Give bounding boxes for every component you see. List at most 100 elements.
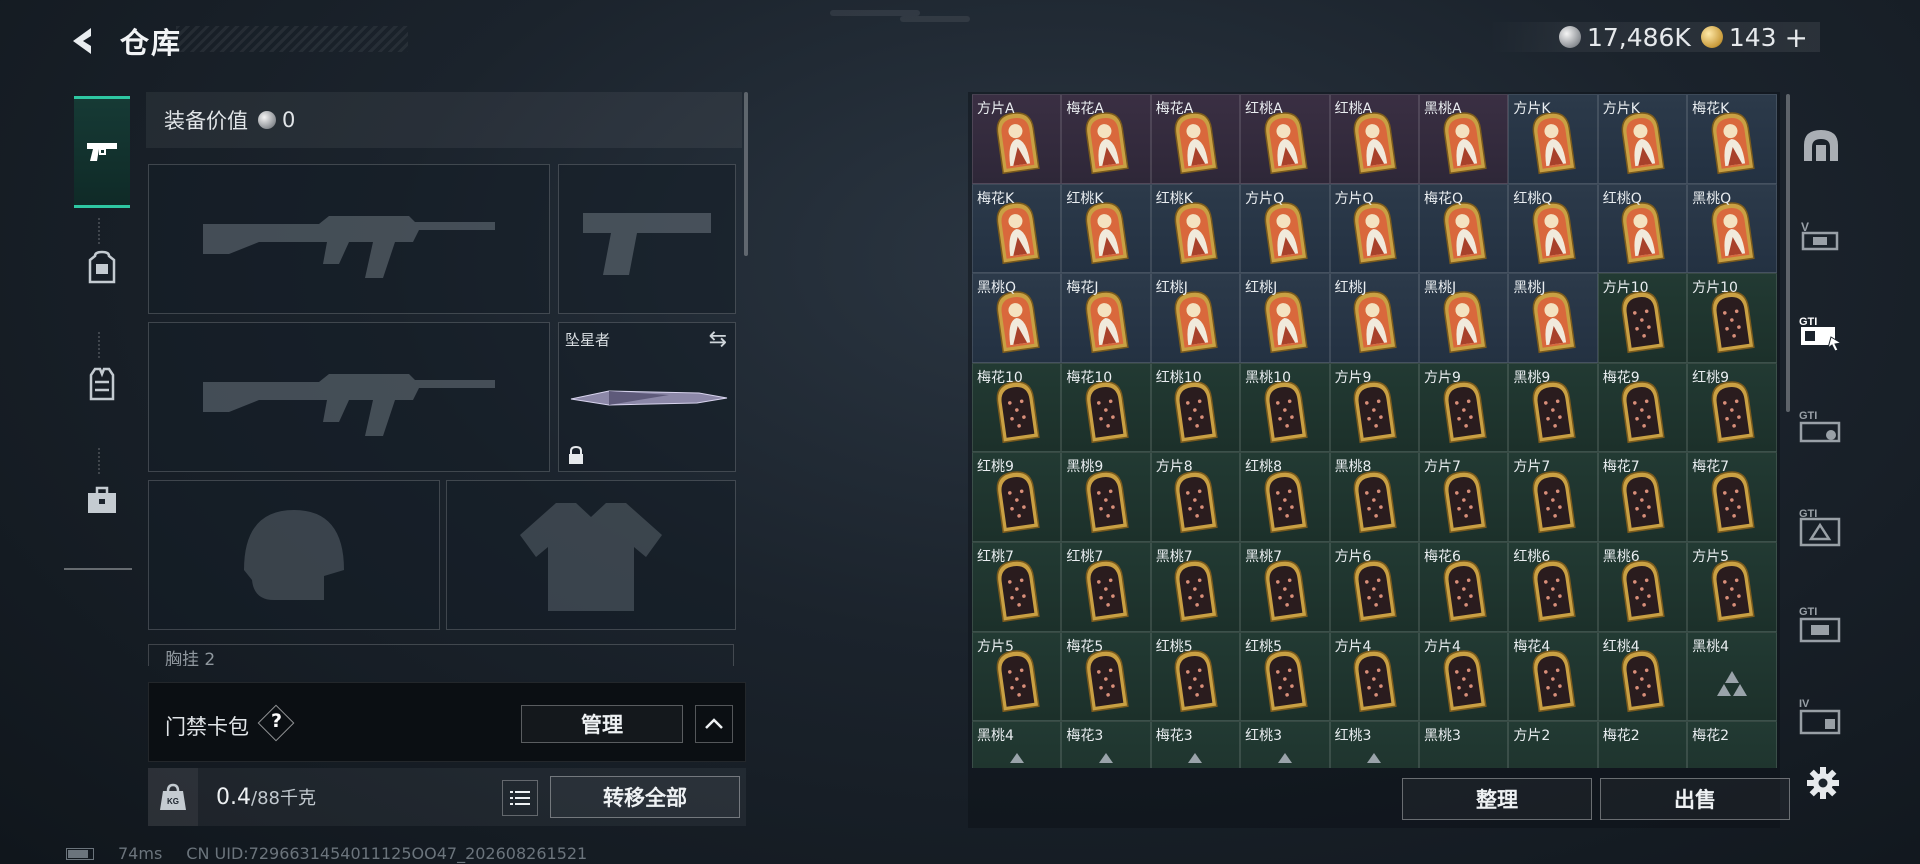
storage-item-cell[interactable]: 方片Q [1240,183,1330,274]
storage-item-cell[interactable]: 方片10 [1597,273,1688,363]
storage-item-cell[interactable]: 红桃3 [1329,721,1419,768]
storage-item-cell[interactable]: 红桃Q [1597,183,1688,274]
storage-tab-gti-pack[interactable]: GTI [1794,500,1848,554]
tab-weapons[interactable] [74,96,130,208]
storage-item-cell[interactable]: 方片7 [1508,452,1598,542]
sidearm-slot[interactable] [558,164,736,314]
primary-weapon-slot[interactable] [148,164,550,314]
storage-item-cell[interactable]: 黑桃Q [972,273,1062,363]
storage-tab-gti-box[interactable]: GTI [1794,400,1848,454]
storage-item-cell[interactable]: 梅花A [1061,94,1151,184]
tab-tools[interactable] [74,444,130,556]
storage-item-cell[interactable]: 黑桃A [1418,94,1509,184]
back-button[interactable] [64,20,100,62]
storage-tab-gti-cards[interactable]: GTI [1794,306,1848,360]
storage-item-cell[interactable]: 梅花7 [1687,452,1777,542]
storage-item-cell[interactable]: 黑桃J [1418,273,1509,363]
helmet-slot[interactable] [148,480,440,630]
storage-item-cell[interactable]: 红桃6 [1508,541,1598,632]
storage-item-cell[interactable]: 方片2 [1508,721,1598,768]
storage-item-cell[interactable]: 红桃4 [1597,631,1688,722]
list-view-button[interactable] [502,780,538,816]
storage-item-cell[interactable]: 红桃Q [1508,183,1598,274]
storage-tab-gti-crate[interactable]: GTI [1794,598,1848,652]
storage-item-cell[interactable]: 黑桃7 [1150,541,1241,632]
storage-item-cell[interactable]: 红桃K [1150,183,1241,274]
storage-item-cell[interactable]: 黑桃4 [1687,631,1777,722]
storage-item-cell[interactable]: 黑桃8 [1329,452,1419,542]
storage-item-cell[interactable]: 红桃J [1240,273,1330,363]
secondary-weapon-slot[interactable] [148,322,550,472]
expand-button[interactable] [695,705,733,743]
storage-scrollbar[interactable] [1786,94,1790,412]
storage-item-cell[interactable]: 红桃9 [1687,362,1777,453]
storage-item-cell[interactable]: 黑桃9 [1061,452,1151,542]
melee-slot[interactable]: 坠星者 ⇆ [558,322,736,472]
storage-item-cell[interactable]: 梅花10 [972,362,1062,453]
storage-item-cell[interactable]: 黑桃6 [1597,541,1688,632]
storage-item-cell[interactable]: 梅花3 [1061,721,1151,768]
storage-item-cell[interactable]: 红桃5 [1150,631,1241,722]
storage-item-cell[interactable]: 梅花J [1061,273,1151,363]
equipment-scrollbar[interactable] [744,92,748,256]
storage-item-cell[interactable]: 红桃A [1329,94,1419,184]
storage-item-cell[interactable]: 方片K [1508,94,1598,184]
storage-item-cell[interactable]: 方片7 [1418,452,1509,542]
storage-item-cell[interactable]: 梅花2 [1687,721,1777,768]
storage-tab-iv[interactable]: IV [1794,690,1848,744]
storage-item-cell[interactable]: 黑桃9 [1508,362,1598,453]
transfer-all-button[interactable]: 转移全部 [550,776,740,818]
storage-item-cell[interactable]: 红桃9 [972,452,1062,542]
storage-item-cell[interactable]: 梅花K [1687,94,1777,184]
sort-button[interactable]: 整理 [1402,778,1592,820]
storage-tab-v[interactable]: V [1794,208,1848,262]
storage-item-cell[interactable]: 方片A [972,94,1062,184]
tab-backpack[interactable] [74,212,130,324]
storage-item-cell[interactable]: 梅花6 [1418,541,1509,632]
gold-currency[interactable]: 143 + [1700,21,1808,54]
storage-item-cell[interactable]: 黑桃Q [1687,183,1777,274]
storage-item-cell[interactable]: 黑桃4 [972,721,1062,768]
storage-item-cell[interactable]: 梅花A [1150,94,1241,184]
storage-item-cell[interactable]: 黑桃3 [1418,721,1509,768]
settings-button[interactable] [1802,762,1844,804]
storage-item-cell[interactable]: 红桃8 [1240,452,1330,542]
storage-item-cell[interactable]: 黑桃J [1508,273,1598,363]
storage-item-cell[interactable]: 梅花2 [1597,721,1688,768]
storage-item-cell[interactable]: 黑桃7 [1240,541,1330,632]
add-currency-button[interactable]: + [1785,21,1808,54]
storage-item-cell[interactable]: 红桃J [1329,273,1419,363]
storage-item-cell[interactable]: 梅花7 [1597,452,1688,542]
storage-item-cell[interactable]: 梅花9 [1597,362,1688,453]
storage-item-cell[interactable]: 方片10 [1687,273,1777,363]
manage-button[interactable]: 管理 [521,705,683,743]
storage-item-cell[interactable]: 梅花3 [1150,721,1241,768]
storage-item-cell[interactable]: 方片6 [1329,541,1419,632]
tab-vest[interactable] [74,328,130,440]
swap-icon[interactable]: ⇆ [709,327,727,352]
storage-item-cell[interactable]: 方片Q [1329,183,1419,274]
storage-item-cell[interactable]: 梅花Q [1418,183,1509,274]
storage-item-cell[interactable]: 方片5 [1687,541,1777,632]
storage-item-cell[interactable]: 梅花10 [1061,362,1151,453]
storage-item-cell[interactable]: 方片4 [1418,631,1509,722]
storage-item-cell[interactable]: 红桃10 [1150,362,1241,453]
storage-item-cell[interactable]: 方片9 [1329,362,1419,453]
storage-item-cell[interactable]: 方片K [1597,94,1688,184]
storage-item-cell[interactable]: 梅花K [972,183,1062,274]
armor-slot[interactable] [446,480,736,630]
storage-item-cell[interactable]: 红桃5 [1240,631,1330,722]
storage-item-cell[interactable]: 红桃7 [1061,541,1151,632]
storage-item-cell[interactable]: 方片9 [1418,362,1509,453]
storage-item-cell[interactable]: 红桃J [1150,273,1241,363]
sell-button[interactable]: 出售 [1600,778,1790,820]
storage-item-cell[interactable]: 梅花4 [1508,631,1598,722]
storage-item-cell[interactable]: 红桃A [1240,94,1330,184]
storage-item-cell[interactable]: 红桃7 [972,541,1062,632]
chest-rig-slot[interactable]: 胸挂 2 [148,644,734,666]
storage-item-cell[interactable]: 方片8 [1150,452,1241,542]
storage-item-cell[interactable]: 方片4 [1329,631,1419,722]
storage-item-cell[interactable]: 黑桃10 [1240,362,1330,453]
storage-item-cell[interactable]: 方片5 [972,631,1062,722]
storage-item-cell[interactable]: 红桃3 [1240,721,1330,768]
